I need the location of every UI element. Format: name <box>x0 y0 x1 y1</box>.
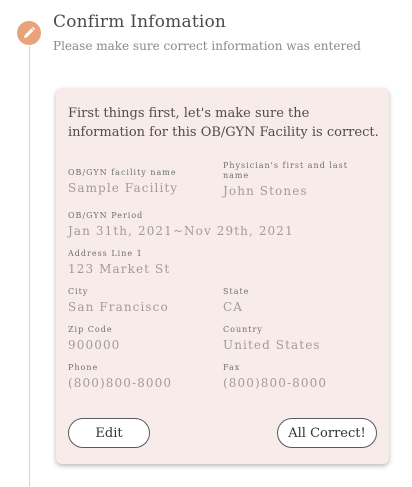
country-label: Country <box>223 325 263 334</box>
state-value: CA <box>223 300 244 314</box>
step-title: Confirm Infomation <box>53 12 227 32</box>
edit-button[interactable]: Edit <box>68 418 150 448</box>
fax-value: (800)800-8000 <box>223 376 328 390</box>
address-line-1-field: Address Line 1 123 Market St <box>68 249 268 276</box>
zip-code-value: 900000 <box>68 338 121 352</box>
facility-name-label: OB/GYN facility name <box>68 168 177 177</box>
period-label: OB/GYN Period <box>68 211 144 220</box>
card-intro-text: First things first, let's make sure the … <box>68 106 379 140</box>
country-value: United States <box>223 338 321 352</box>
facility-name-value: Sample Facility <box>68 181 179 195</box>
phone-field: Phone (800)800-8000 <box>68 363 218 390</box>
phone-value: (800)800-8000 <box>68 376 173 390</box>
physician-name-field: Physician's first and last name John Sto… <box>223 161 373 198</box>
address-line-1-label: Address Line 1 <box>68 249 143 258</box>
step-connector-line <box>29 46 30 487</box>
zip-code-label: Zip Code <box>68 325 113 334</box>
address-line-1-value: 123 Market St <box>68 262 171 276</box>
physician-name-label: Physician's first and last name <box>223 161 348 180</box>
state-field: State CA <box>223 287 373 314</box>
state-label: State <box>223 287 250 296</box>
city-value: San Francisco <box>68 300 169 314</box>
city-label: City <box>68 287 89 296</box>
confirmation-card: First things first, let's make sure the … <box>56 88 389 464</box>
zip-code-field: Zip Code 900000 <box>68 325 218 352</box>
all-correct-button[interactable]: All Correct! <box>277 418 377 448</box>
phone-label: Phone <box>68 363 99 372</box>
facility-name-field: OB/GYN facility name Sample Facility <box>68 168 218 195</box>
step-subtitle: Please make sure correct information was… <box>53 39 361 53</box>
pencil-icon <box>17 21 41 45</box>
city-field: City San Francisco <box>68 287 218 314</box>
fax-label: Fax <box>223 363 241 372</box>
physician-name-value: John Stones <box>223 184 308 198</box>
period-value: Jan 31th, 2021~Nov 29th, 2021 <box>68 224 294 238</box>
fax-field: Fax (800)800-8000 <box>223 363 373 390</box>
country-field: Country United States <box>223 325 373 352</box>
period-field: OB/GYN Period Jan 31th, 2021~Nov 29th, 2… <box>68 211 378 238</box>
